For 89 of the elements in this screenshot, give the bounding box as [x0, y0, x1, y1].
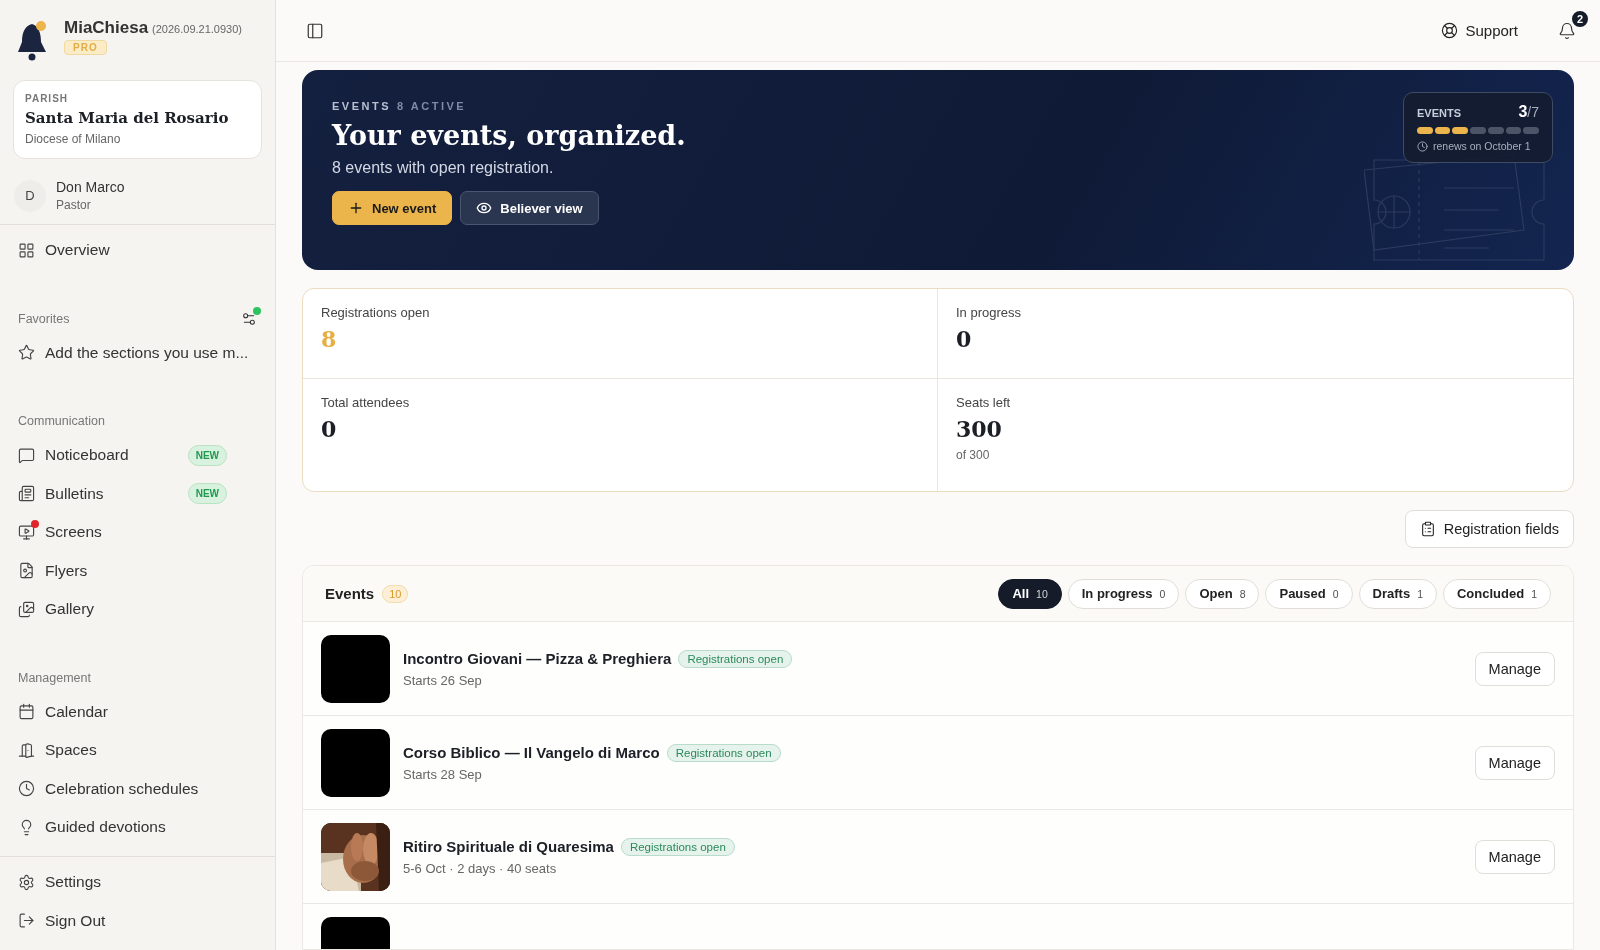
nav-item[interactable]: Sign Out — [0, 901, 275, 940]
new-badge: NEW — [187, 444, 227, 466]
event-title: Ritiro Spirituale di Quaresima — [403, 838, 614, 855]
events-count: 10 — [382, 584, 409, 603]
clock-icon — [1417, 140, 1428, 152]
favorites-hint[interactable]: Add the sections you use m... — [0, 333, 275, 372]
renewal-note: renews on October 1 — [1433, 140, 1531, 152]
new-badge: NEW — [187, 483, 227, 505]
nav-item[interactable]: Noticeboard NEW — [0, 436, 275, 475]
sliders-icon — [241, 310, 257, 327]
manage-button[interactable]: Manage — [1474, 745, 1555, 780]
filter-chip[interactable]: Paused 0 — [1265, 578, 1353, 609]
filter-chip[interactable]: Drafts 1 — [1358, 578, 1437, 609]
stat-value: 8 — [321, 326, 338, 352]
manage-button[interactable]: Manage — [1474, 839, 1555, 874]
stat-value: 0 — [321, 416, 338, 442]
clock-icon — [18, 780, 35, 798]
filter-chip[interactable]: All 10 — [998, 578, 1062, 609]
nav-item[interactable]: Settings — [0, 863, 275, 902]
lifebuoy-icon — [1441, 22, 1459, 39]
hero-eyebrow: EVENTS — [332, 100, 391, 112]
filter-chip[interactable]: In progress 0 — [1067, 578, 1180, 609]
nav-item[interactable]: Celebration schedules — [0, 769, 275, 808]
active-count: 8 ACTIVE — [397, 100, 467, 112]
event-meta: 5-6 Oct · 2 days · 40 seats — [403, 860, 558, 876]
door-icon — [18, 741, 35, 759]
manage-button[interactable]: Manage — [1474, 651, 1555, 686]
nav-item[interactable]: Gallery — [0, 590, 275, 629]
stat-label: In progress — [956, 305, 1023, 320]
nav-item[interactable]: Overview — [0, 231, 275, 270]
status-badge: Registrations open — [620, 837, 735, 856]
stat-value: 300 — [956, 416, 1003, 442]
nav-item[interactable]: Guided devotions — [0, 808, 275, 847]
stat-label: Seats left — [956, 395, 1012, 410]
event-title: Corso Biblico — Il Vangelo di Marco — [403, 744, 660, 761]
status-badge: Registrations open — [666, 743, 781, 762]
images-icon — [18, 600, 35, 618]
grid-icon — [18, 241, 35, 259]
monitor-icon — [18, 523, 35, 541]
eye-icon — [476, 200, 493, 216]
support-button[interactable]: Support — [1435, 21, 1524, 40]
section-title: Favorites — [18, 311, 70, 326]
filter-chip[interactable]: Concluded 1 — [1443, 578, 1551, 609]
star-icon — [18, 344, 35, 362]
clipboard-icon — [1419, 521, 1436, 537]
newspaper-icon — [18, 485, 35, 503]
stat-value: 0 — [956, 326, 973, 352]
new-event-button[interactable]: New event — [332, 191, 453, 225]
usage-count: 3/7 — [1518, 103, 1539, 121]
parish-label: PARISH — [25, 93, 70, 104]
believer-view-button[interactable]: Believer view — [460, 191, 599, 225]
filter-chip[interactable]: Open 8 — [1185, 578, 1260, 609]
nav-item[interactable]: Screens — [0, 513, 275, 552]
stat-note: of 300 — [956, 448, 991, 462]
notifications-button[interactable] — [1558, 21, 1576, 40]
user-name: Don Marco — [56, 179, 125, 195]
stat-label: Total attendees — [321, 395, 411, 410]
calendar-icon — [18, 703, 35, 721]
sidebar-toggle-button[interactable] — [306, 21, 324, 40]
nav-item[interactable]: Flyers — [0, 551, 275, 590]
events-title: Events — [325, 585, 375, 602]
section-title: Communication — [18, 414, 105, 428]
hero-title: Your events, organized. — [332, 120, 686, 151]
status-badge: Registrations open — [678, 649, 793, 668]
message-icon — [18, 446, 35, 464]
user-role: Pastor — [56, 198, 92, 212]
parish-name: Santa Maria del Rosario — [25, 109, 230, 127]
usage-label: EVENTS — [1417, 107, 1461, 119]
notification-count: 2 — [1570, 8, 1590, 29]
event-thumbnail — [321, 634, 390, 703]
diocese-name: Diocese of Milano — [25, 132, 122, 146]
nav-item[interactable]: Spaces — [0, 731, 275, 770]
event-thumbnail — [321, 728, 390, 797]
nav-item[interactable]: Calendar — [0, 692, 275, 731]
hero-subtitle: 8 events with open registration. — [332, 159, 554, 177]
registration-fields-button[interactable]: Registration fields — [1404, 510, 1574, 548]
image-file-icon — [18, 562, 35, 580]
plan-badge: PRO — [64, 40, 107, 55]
section-title: Management — [18, 670, 91, 685]
nav-item[interactable]: Bulletins NEW — [0, 474, 275, 513]
user-avatar: D — [14, 179, 46, 212]
app-name: MiaChiesa (2026.09.21.0930) — [64, 18, 242, 38]
event-meta: Starts 28 Sep — [403, 766, 483, 782]
stat-label: Registrations open — [321, 305, 431, 320]
plus-icon — [348, 200, 364, 216]
event-meta: Starts 26 Sep — [403, 672, 483, 688]
settings-icon — [18, 873, 35, 891]
event-title: Incontro Giovani — Pizza & Preghiera — [403, 650, 672, 667]
sign-out-icon — [18, 912, 35, 930]
